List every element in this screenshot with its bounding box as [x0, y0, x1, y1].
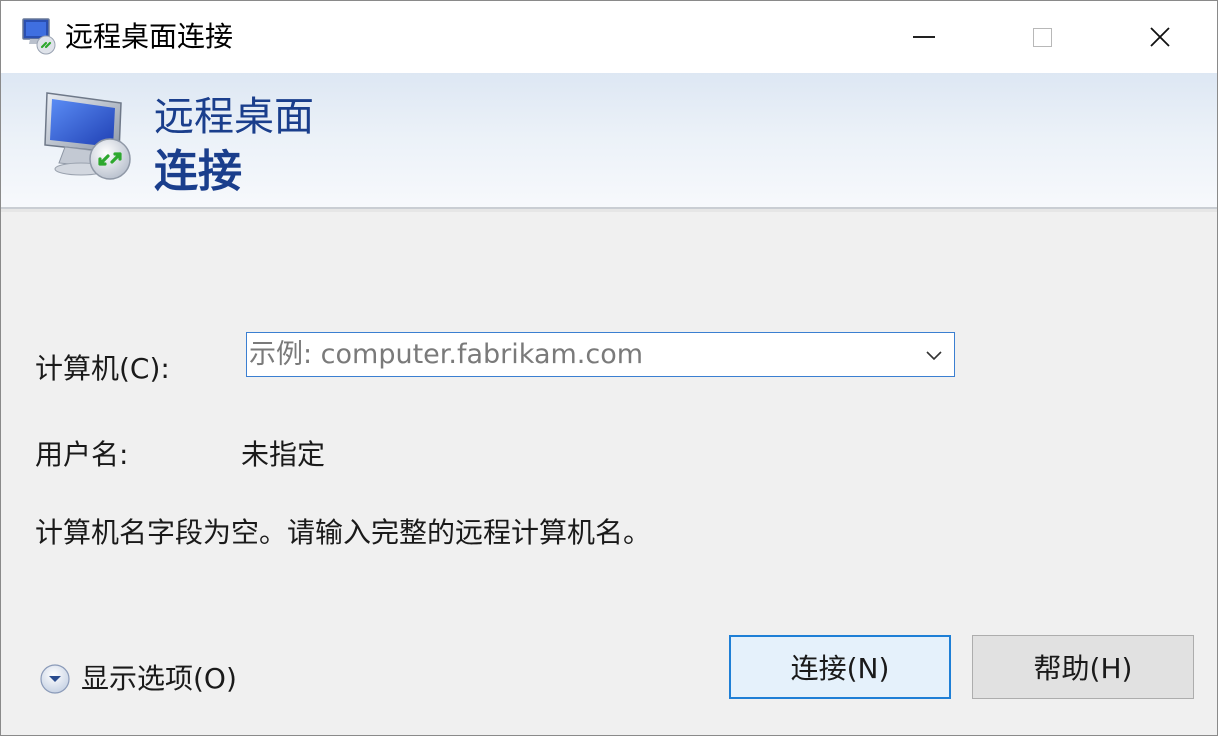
- computer-input[interactable]: [249, 335, 909, 373]
- banner-title-line1: 远程桌面: [154, 94, 314, 140]
- username-value: 未指定: [241, 438, 326, 471]
- remote-desktop-monitor-icon: [44, 92, 131, 180]
- computer-label: 计算机(C):: [35, 352, 170, 385]
- show-options-toggle[interactable]: 显示选项(O): [39, 661, 237, 697]
- show-options-label: 显示选项(O): [81, 662, 237, 695]
- maximize-button[interactable]: [983, 1, 1101, 73]
- minimize-icon: [913, 36, 935, 38]
- status-message: 计算机名字段为空。请输入完整的远程计算机名。: [35, 516, 652, 549]
- remote-desktop-window: 远程桌面连接 远程桌面 连接 计算机(C): 示例: computer.fabr…: [0, 0, 1218, 736]
- remote-desktop-icon: [22, 18, 56, 55]
- connect-button[interactable]: 连接(N): [729, 635, 951, 699]
- chevron-down-circle-icon: [40, 664, 70, 694]
- close-button[interactable]: [1101, 1, 1217, 73]
- title-bar[interactable]: 远程桌面连接: [1, 1, 1217, 73]
- minimize-button[interactable]: [865, 1, 983, 73]
- banner-title-line2: 连接: [154, 146, 242, 197]
- close-icon: [1150, 27, 1170, 47]
- banner-divider-shadow: [1, 209, 1217, 212]
- help-button[interactable]: 帮助(H): [972, 635, 1194, 699]
- maximize-icon: [1032, 27, 1052, 47]
- window-title: 远程桌面连接: [65, 20, 234, 53]
- computer-combobox[interactable]: [246, 332, 955, 377]
- username-label: 用户名:: [35, 438, 129, 471]
- chevron-down-icon[interactable]: [924, 345, 944, 365]
